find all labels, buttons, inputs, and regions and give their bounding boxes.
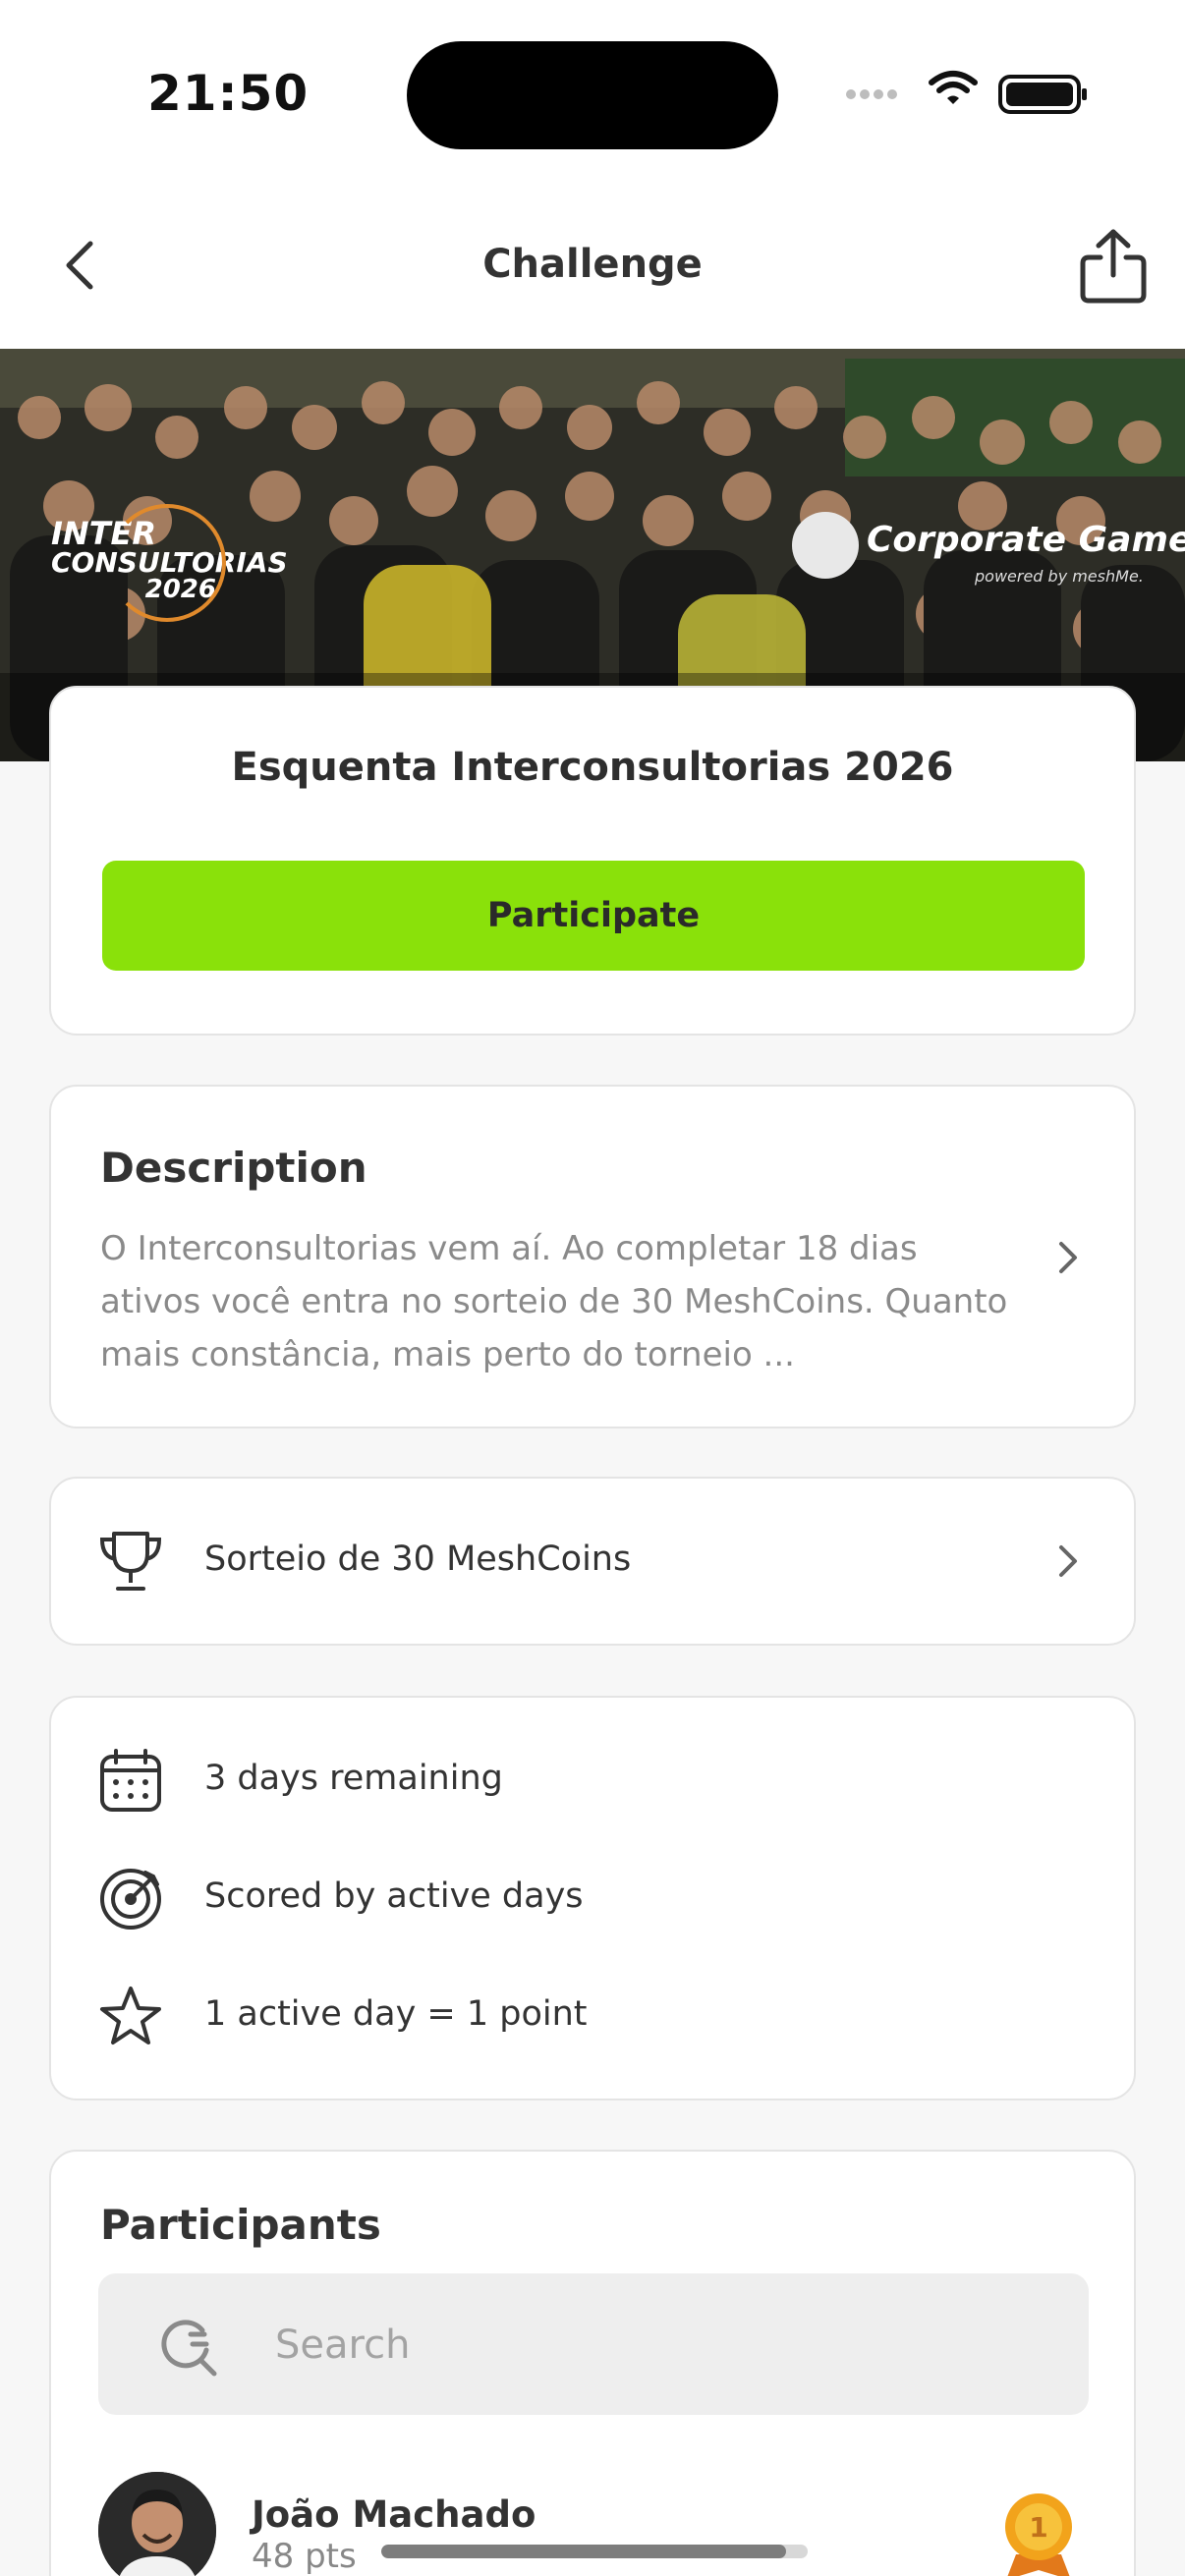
star-icon (100, 1987, 161, 2044)
points-rule: 1 active day = 1 point (204, 1994, 588, 2034)
participant-name: João Machado (252, 2493, 536, 2536)
status-bar: 21:50 (0, 0, 1185, 187)
prize-label: Sorteio de 30 MeshCoins (204, 1540, 632, 1579)
participant-progress-fill (381, 2545, 787, 2558)
corporate-games-mark-icon (792, 512, 859, 579)
challenge-card: Esquenta Interconsultorias 2026 Particip… (49, 686, 1136, 1036)
share-icon (1080, 229, 1147, 304)
status-time: 21:50 (147, 65, 310, 122)
medal-rank: 1 (1029, 2511, 1047, 2544)
challenge-title: Esquenta Interconsultorias 2026 (231, 745, 954, 790)
corporate-games-logo: Corporate Games powered by meshMe. (792, 512, 1185, 590)
challenge-info-card: 3 days remaining Scored by active days 1… (49, 1696, 1136, 2100)
participants-card: Participants Search João Machado 48 pts (49, 2150, 1136, 2576)
corporate-games-sub: powered by meshMe. (975, 567, 1144, 586)
scoring-method: Scored by active days (204, 1876, 584, 1916)
search-icon (161, 2320, 217, 2377)
share-button[interactable] (1077, 226, 1150, 305)
search-placeholder: Search (275, 2323, 411, 2368)
signal-icon (846, 71, 1087, 114)
participant-points: 48 pts (252, 2537, 357, 2576)
search-input[interactable]: Search (98, 2273, 1089, 2415)
interconsultorias-logo: INTER CONSULTORIAS 2026 (51, 504, 288, 622)
target-icon (100, 1869, 161, 1930)
dynamic-island (407, 41, 778, 149)
description-heading: Description (100, 1144, 367, 1192)
participant-progress (381, 2545, 808, 2558)
chevron-right-icon (1059, 1242, 1077, 1273)
logo-ring (108, 504, 226, 622)
participate-button[interactable]: Participate (102, 861, 1085, 971)
gold-medal-icon: 1 (1005, 2493, 1072, 2576)
avatar-photo (98, 2472, 216, 2576)
description-card[interactable]: Description O Interconsultorias vem aí. … (49, 1085, 1136, 1428)
participants-heading: Participants (100, 2201, 381, 2249)
status-icons (845, 69, 1091, 118)
prize-card[interactable]: Sorteio de 30 MeshCoins (49, 1477, 1136, 1646)
calendar-icon (100, 1749, 161, 1812)
trophy-icon (99, 1532, 162, 1591)
avatar (98, 2472, 216, 2576)
chevron-right-icon (1059, 1545, 1077, 1577)
description-text: O Interconsultorias vem aí. Ao completar… (100, 1229, 1008, 1374)
page-title: Challenge (482, 242, 703, 287)
corporate-games-name: Corporate Games (867, 520, 1185, 560)
days-remaining: 3 days remaining (204, 1759, 503, 1798)
nav-bar: Challenge (0, 187, 1185, 349)
